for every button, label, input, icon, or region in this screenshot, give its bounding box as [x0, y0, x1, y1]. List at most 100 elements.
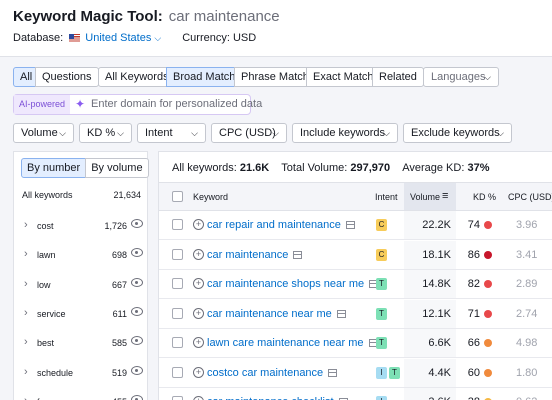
group-item[interactable]: › free 455 [22, 393, 144, 400]
by-volume-button[interactable]: By volume [85, 158, 149, 178]
sort-icon[interactable]: ≡ [442, 190, 448, 202]
add-to-list-icon[interactable]: + [193, 278, 204, 289]
database-line: Database: United States ⌵ Currency: USD [13, 32, 257, 44]
eye-icon[interactable] [131, 336, 143, 345]
intent-badge: C [376, 219, 387, 231]
intent-badge: T [376, 337, 387, 349]
eye-icon[interactable] [131, 395, 143, 400]
group-item[interactable]: › service 611 [22, 305, 144, 325]
header-intent[interactable]: Intent [375, 192, 398, 202]
all-keywords-group[interactable]: All keywords 21,634 [22, 190, 141, 200]
add-to-list-icon[interactable]: + [193, 366, 204, 378]
group-item[interactable]: › low 667 [22, 276, 144, 296]
eye-icon[interactable] [131, 219, 143, 228]
row-checkbox[interactable] [172, 278, 183, 289]
tab-exact-match[interactable]: Exact Match [306, 67, 381, 87]
add-to-list-icon[interactable]: + [193, 396, 204, 400]
header-kd[interactable]: KD % [473, 192, 496, 202]
filter-kd[interactable]: KD % ⌵ [79, 123, 132, 143]
by-number-button[interactable]: By number [21, 158, 87, 178]
row-checkbox[interactable] [172, 307, 183, 319]
domain-placeholder: Enter domain for personalized data [91, 98, 263, 110]
filter-intent[interactable]: Intent ⌵ [137, 123, 206, 143]
keyword-link[interactable]: costco car maintenance [207, 367, 338, 379]
table-row[interactable]: + car maintenance near me T 12.1K 71 2.74 [159, 299, 552, 329]
tab-all-keywords[interactable]: All Keywords [98, 67, 176, 87]
group-item[interactable]: › cost 1,726 [22, 217, 144, 237]
volume-value: 18.1K [422, 248, 451, 261]
serp-icon[interactable] [345, 221, 355, 229]
chevron-right-icon: › [24, 248, 28, 260]
keyword-link[interactable]: lawn care maintenance near me [207, 337, 378, 349]
add-to-list-icon[interactable]: + [193, 307, 204, 319]
keyword-link[interactable]: car maintenance [207, 249, 303, 261]
select-all-checkbox[interactable] [172, 191, 183, 202]
tab-questions[interactable]: Questions [35, 67, 99, 87]
filter-include-keywords[interactable]: Include keywords ⌵ [292, 123, 398, 143]
row-checkbox[interactable] [172, 396, 183, 400]
filter-volume[interactable]: Volume ⌵ [13, 123, 74, 143]
table-row[interactable]: + costco car maintenance I T 4.4K 60 1.80 [159, 358, 552, 388]
tab-phrase-match[interactable]: Phrase Match [234, 67, 316, 87]
tab-broad-match[interactable]: Broad Match [166, 67, 243, 87]
add-to-list-icon[interactable]: + [193, 248, 204, 260]
filter-cpc[interactable]: CPC (USD) ⌵ [211, 123, 287, 143]
languages-dropdown[interactable]: Languages ⌵ [423, 67, 499, 87]
search-query: car maintenance [168, 8, 280, 25]
volume-value: 6.6K [428, 337, 451, 349]
serp-icon[interactable] [293, 250, 303, 259]
kd-difficulty-dot [484, 280, 492, 288]
cpc-value: 0.62 [516, 396, 537, 400]
chevron-right-icon: › [24, 336, 28, 348]
eye-icon[interactable] [131, 248, 143, 257]
group-item[interactable]: › best 585 [22, 334, 144, 354]
table-row[interactable]: +car maintenance checklist I 3.6K 38 0.62 [159, 388, 552, 400]
row-checkbox[interactable] [172, 366, 183, 378]
filter-exclude-keywords[interactable]: Exclude keywords ⌵ [403, 123, 512, 143]
group-item[interactable]: › schedule 519 [22, 364, 144, 384]
keyword-link[interactable]: car maintenance near me [207, 308, 346, 320]
header-cpc[interactable]: CPC (USD) [508, 192, 552, 202]
eye-icon[interactable] [131, 278, 143, 287]
kd-difficulty-dot [484, 309, 492, 318]
chevron-down-icon[interactable]: ⌵ [154, 33, 161, 43]
sparkle-icon: ✦ [75, 97, 86, 111]
database-selector[interactable]: United States [85, 32, 151, 44]
table-row[interactable]: + car maintenance shops near me T 14.8K 82 2.… [159, 270, 552, 299]
row-checkbox[interactable] [172, 248, 183, 260]
chevron-right-icon: › [24, 366, 28, 378]
keywords-table-panel: All keywords: 21.6K Total Volume: 297,97… [158, 151, 552, 400]
keyword-link[interactable]: car maintenance shops near me [207, 278, 379, 290]
keyword-link[interactable]: car repair and maintenance [207, 219, 355, 231]
cpc-value: 3.41 [516, 248, 538, 261]
eye-icon[interactable] [131, 307, 143, 316]
add-to-list-icon[interactable]: + [193, 219, 204, 230]
add-to-list-icon[interactable]: + [193, 337, 204, 348]
cpc-value: 1.80 [516, 366, 538, 379]
intent-badge: T [376, 278, 387, 290]
cpc-value: 4.98 [516, 337, 538, 349]
header-keyword[interactable]: Keyword [193, 192, 228, 202]
kd-value: 60 [467, 366, 480, 379]
row-checkbox[interactable] [172, 337, 183, 348]
row-checkbox[interactable] [172, 219, 183, 230]
intent-badge: T [389, 366, 400, 379]
serp-icon[interactable] [336, 309, 346, 318]
keyword-link[interactable]: car maintenance checklist [207, 396, 348, 400]
serp-icon[interactable] [328, 368, 338, 377]
table-row[interactable]: + lawn care maintenance near me T 6.6K 66 4.9… [159, 329, 552, 358]
volume-value: 14.8K [422, 278, 451, 290]
eye-icon[interactable] [131, 366, 143, 375]
tab-related[interactable]: Related [372, 67, 424, 87]
us-flag-icon [69, 34, 81, 42]
ai-domain-input[interactable]: AI-powered ✦ Enter domain for personaliz… [13, 94, 262, 115]
table-row[interactable]: + car maintenance C 18.1K 86 3.41 [159, 240, 552, 270]
group-item[interactable]: › lawn 698 [22, 246, 144, 266]
header-volume[interactable]: Volume [410, 192, 440, 202]
chevron-down-icon: ⌵ [272, 128, 279, 138]
chevron-down-icon: ⌵ [191, 128, 198, 138]
table-row[interactable]: + car repair and maintenance C 22.2K 74 3.96 [159, 211, 552, 240]
chevron-down-icon: ⌵ [383, 128, 390, 138]
chevron-down-icon: ⌵ [497, 128, 504, 138]
chevron-right-icon: › [24, 219, 28, 231]
